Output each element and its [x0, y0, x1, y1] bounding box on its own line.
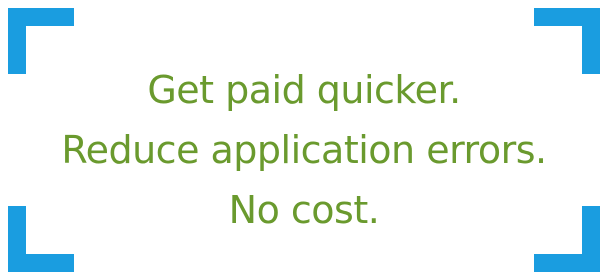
promo-message: Get paid quicker. Reduce application err… [0, 60, 608, 240]
promo-line-reduce-errors: Reduce application errors. [61, 128, 547, 172]
promo-line-no-cost: No cost. [228, 188, 380, 232]
promo-line-get-paid: Get paid quicker. [147, 68, 461, 112]
